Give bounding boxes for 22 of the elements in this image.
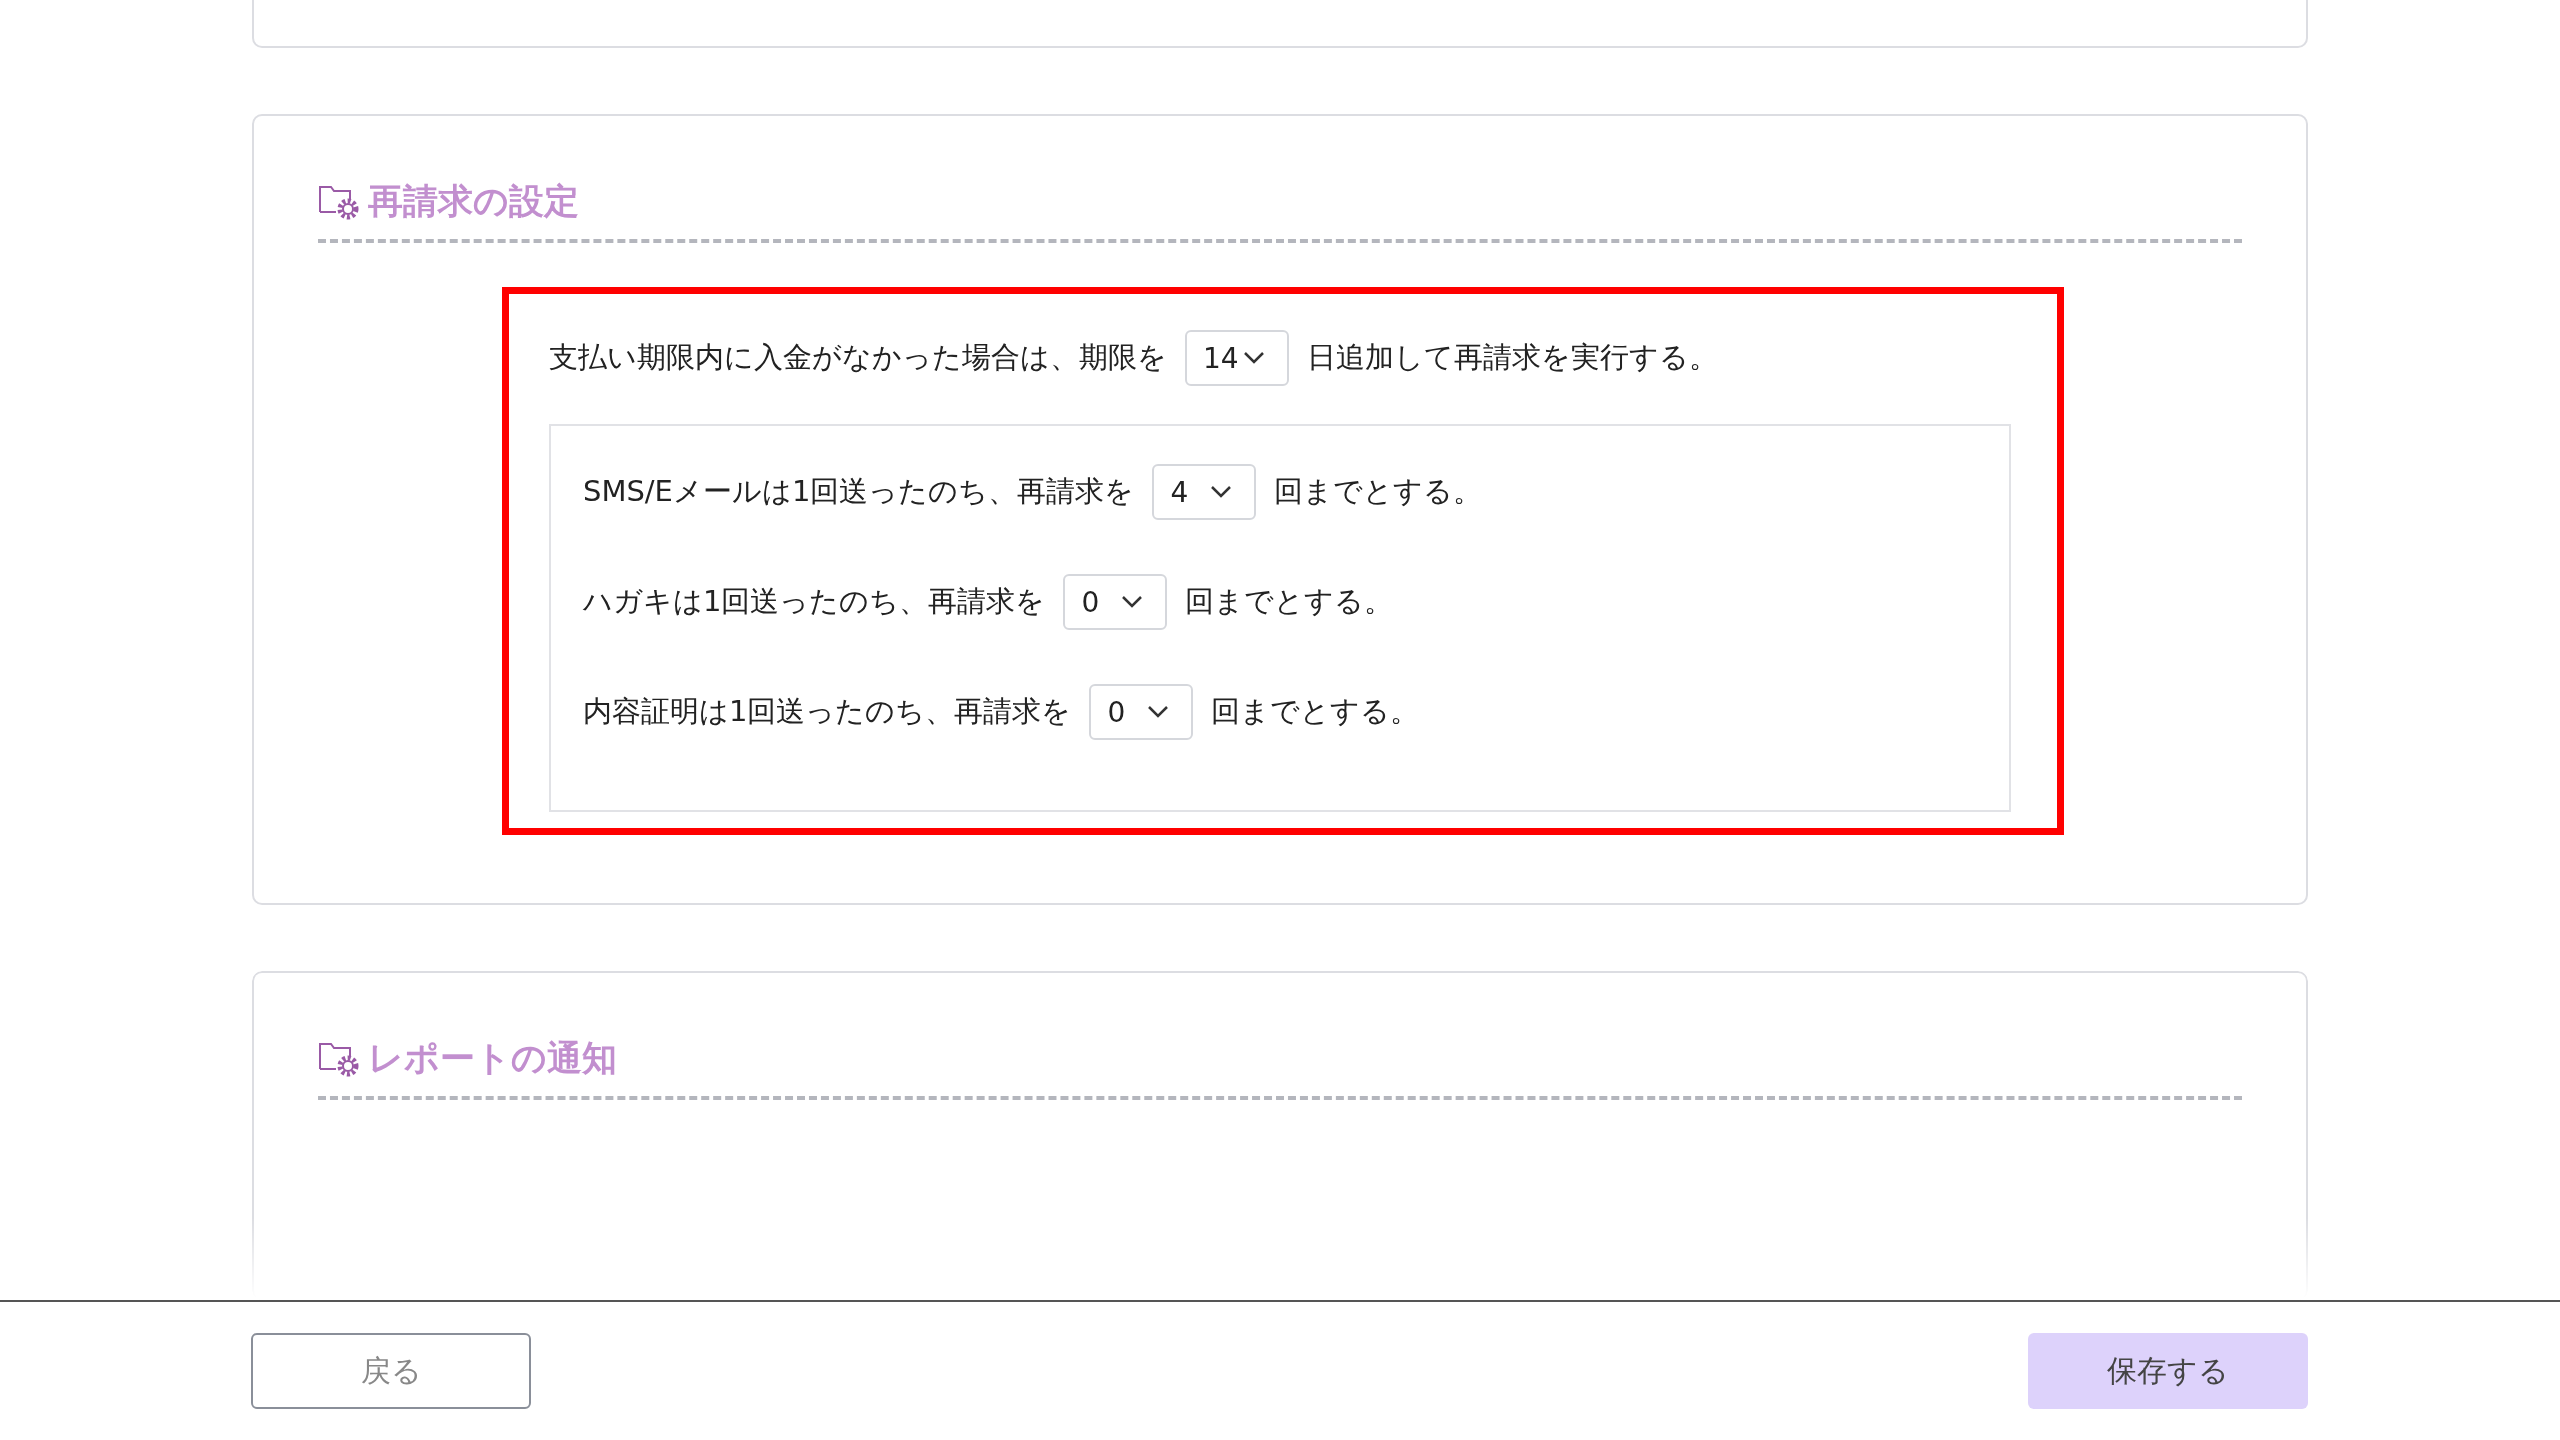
rule-text: SMS/Eメールは1回送ったのち、再請求を <box>583 473 1135 510</box>
rule-text: 回までとする。 <box>1185 583 1394 620</box>
count-select[interactable]: 14 <box>1185 330 1289 386</box>
count-select[interactable]: 4 <box>1152 464 1257 520</box>
section-title: レポートの通知 <box>368 1037 617 1080</box>
rule-text: ハガキは1回送ったのち、再請求を <box>583 583 1046 620</box>
folder-gear-icon <box>318 183 360 220</box>
back-button[interactable]: 戻る <box>251 1333 531 1409</box>
count-select[interactable]: 0 <box>1089 684 1194 740</box>
rule-text: 支払い期限内に入金がなかった場合は、期限を <box>549 339 1167 376</box>
chevron-down-icon <box>1243 351 1265 365</box>
rule-text: 日追加して再請求を実行する。 <box>1307 339 1718 376</box>
rule-text: 回までとする。 <box>1211 693 1420 730</box>
rule-text: 回までとする。 <box>1274 473 1483 510</box>
chevron-down-icon <box>1121 595 1144 609</box>
chevron-down-icon <box>1210 485 1233 499</box>
save-button[interactable]: 保存する <box>2028 1333 2308 1409</box>
count-select[interactable]: 0 <box>1063 574 1168 630</box>
chevron-down-icon <box>1147 705 1170 719</box>
folder-gear-icon <box>318 1040 360 1077</box>
rule-text: 内容証明は1回送ったのち、再請求を <box>583 693 1072 730</box>
section-title: 再請求の設定 <box>368 180 579 223</box>
